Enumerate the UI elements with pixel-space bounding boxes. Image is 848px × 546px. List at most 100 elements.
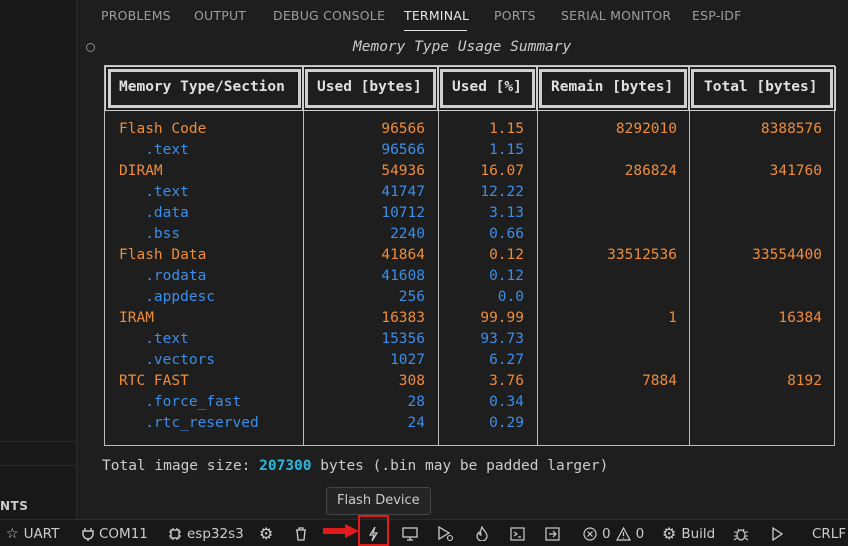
cell-total-bytes: 8388576	[760, 121, 822, 137]
tab-esp-idf[interactable]: ESP-IDF	[692, 8, 742, 23]
bug-icon	[733, 528, 749, 541]
warning-count: 0	[635, 525, 645, 542]
tab-debug-console[interactable]: DEBUG CONSOLE	[273, 8, 385, 23]
memory-usage-table: Memory Type/Section Used [bytes] Used [%…	[104, 65, 836, 446]
cell-used-percent: 0.29	[489, 415, 524, 431]
cell-used-percent: 93.73	[480, 331, 524, 347]
run-action-button[interactable]	[545, 520, 560, 546]
table-row: .data 10712 3.13	[105, 205, 834, 226]
red-arrow-icon	[323, 524, 359, 538]
uart-selector[interactable]: ☆ UART	[6, 520, 59, 546]
cell-used-bytes: 54936	[381, 163, 425, 179]
cell-used-bytes: 308	[398, 373, 425, 389]
tab-output[interactable]: OUTPUT	[194, 8, 246, 23]
cell-total-bytes: 16384	[778, 310, 822, 326]
memory-summary-title: Memory Type Usage Summary	[353, 39, 572, 55]
cell-memory-type: Flash Code	[119, 121, 207, 137]
cell-remain-bytes: 286824	[624, 163, 677, 179]
cell-memory-type: .appdesc	[119, 289, 216, 305]
port-label: COM11	[99, 525, 148, 542]
run-button[interactable]	[771, 520, 783, 546]
flame-icon	[476, 526, 488, 541]
cell-memory-type: DIRAM	[119, 163, 163, 179]
terminal-view[interactable]: Memory Type Usage Summary Memory Type/Se…	[78, 32, 848, 519]
error-icon	[583, 526, 597, 541]
table-row: .rtc_reserved 24 0.29	[105, 415, 834, 436]
gear-icon: ⚙	[662, 523, 677, 543]
cell-used-percent: 0.0	[497, 289, 524, 305]
total-value: 207300	[259, 458, 312, 474]
cell-remain-bytes: 8292010	[615, 121, 677, 137]
sdk-config-button[interactable]: ⚙	[259, 520, 273, 546]
cell-used-bytes: 96566	[381, 142, 425, 158]
cell-used-bytes: 10712	[381, 205, 425, 221]
cell-memory-type: .data	[119, 205, 189, 221]
debug-button[interactable]	[437, 520, 454, 546]
table-row: .text 96566 1.15	[105, 142, 834, 163]
command-decoration-icon[interactable]	[86, 43, 95, 52]
cell-memory-type: .text	[119, 331, 189, 347]
line-ending-selector[interactable]: CRLF	[812, 520, 846, 546]
build-flash-monitor-button[interactable]	[476, 520, 488, 546]
cell-memory-type: Flash Data	[119, 247, 207, 263]
table-row: IRAM 16383 99.99 1 16384	[105, 310, 834, 331]
cell-used-bytes: 28	[407, 394, 425, 410]
table-row: .appdesc 256 0.0	[105, 289, 834, 310]
cell-used-percent: 0.66	[489, 226, 524, 242]
status-bar: ☆ UART COM11 esp32s3 ⚙ 0 0 ⚙ Build CRLF	[0, 519, 848, 546]
plug-icon	[82, 527, 94, 541]
terminal-icon	[510, 526, 525, 541]
tab-ports[interactable]: PORTS	[494, 8, 536, 23]
cell-memory-type: IRAM	[119, 310, 154, 326]
warning-icon	[615, 526, 631, 541]
sidebar-divider	[0, 441, 77, 442]
cell-remain-bytes: 33512536	[607, 247, 677, 263]
cell-used-percent: 6.27	[489, 352, 524, 368]
chip-icon	[169, 527, 181, 540]
cell-used-bytes: 41747	[381, 184, 425, 200]
debug-bug-button[interactable]	[733, 520, 749, 546]
open-terminal-button[interactable]	[510, 520, 525, 546]
table-row: .text 41747 12.22	[105, 184, 834, 205]
cell-used-percent: 12.22	[480, 184, 524, 200]
tab-serial-monitor[interactable]: SERIAL MONITOR	[561, 8, 671, 23]
cell-used-bytes: 1027	[390, 352, 425, 368]
monitor-device-button[interactable]	[402, 520, 418, 546]
target-label: esp32s3	[187, 525, 244, 542]
header-memory-type: Memory Type/Section	[119, 79, 285, 95]
cell-memory-type: .text	[119, 142, 189, 158]
cell-memory-type: .text	[119, 184, 189, 200]
table-row: Flash Data 41864 0.12 33512536 33554400	[105, 247, 834, 268]
cell-used-percent: 0.12	[489, 247, 524, 263]
sidebar-section-label[interactable]: NTS	[0, 499, 28, 513]
table-row: .force_fast 28 0.34	[105, 394, 834, 415]
port-selector[interactable]: COM11	[82, 520, 148, 546]
gear-icon: ⚙	[259, 523, 274, 543]
cell-used-bytes: 15356	[381, 331, 425, 347]
cell-used-percent: 1.15	[489, 142, 524, 158]
cell-memory-type: .vectors	[119, 352, 216, 368]
tab-terminal[interactable]: TERMINAL	[404, 8, 469, 23]
problems-indicator[interactable]: 0 0	[583, 520, 644, 546]
build-label: Build	[681, 525, 716, 542]
cell-total-bytes: 8192	[787, 373, 822, 389]
full-clean-button[interactable]	[295, 520, 307, 546]
table-row: .vectors 1027 6.27	[105, 352, 834, 373]
play-icon	[772, 526, 783, 541]
cell-used-bytes: 96566	[381, 121, 425, 137]
header-total-bytes: Total [bytes]	[704, 79, 818, 95]
build-button[interactable]: ⚙ Build	[662, 520, 715, 546]
table-row: DIRAM 54936 16.07 286824 341760	[105, 163, 834, 184]
cell-remain-bytes: 7884	[642, 373, 677, 389]
cell-used-percent: 16.07	[480, 163, 524, 179]
header-used-bytes: Used [bytes]	[317, 79, 422, 95]
cell-used-bytes: 41864	[381, 247, 425, 263]
cell-used-bytes: 24	[407, 415, 425, 431]
cell-memory-type: .rtc_reserved	[119, 415, 259, 431]
table-row: RTC FAST 308 3.76 7884 8192	[105, 373, 834, 394]
tab-problems[interactable]: PROBLEMS	[101, 8, 171, 23]
cell-total-bytes: 33554400	[752, 247, 822, 263]
total-image-size: Total image size: 207300 bytes (.bin may…	[102, 458, 608, 474]
play-debug-icon	[438, 526, 454, 541]
target-selector[interactable]: esp32s3	[168, 520, 244, 546]
